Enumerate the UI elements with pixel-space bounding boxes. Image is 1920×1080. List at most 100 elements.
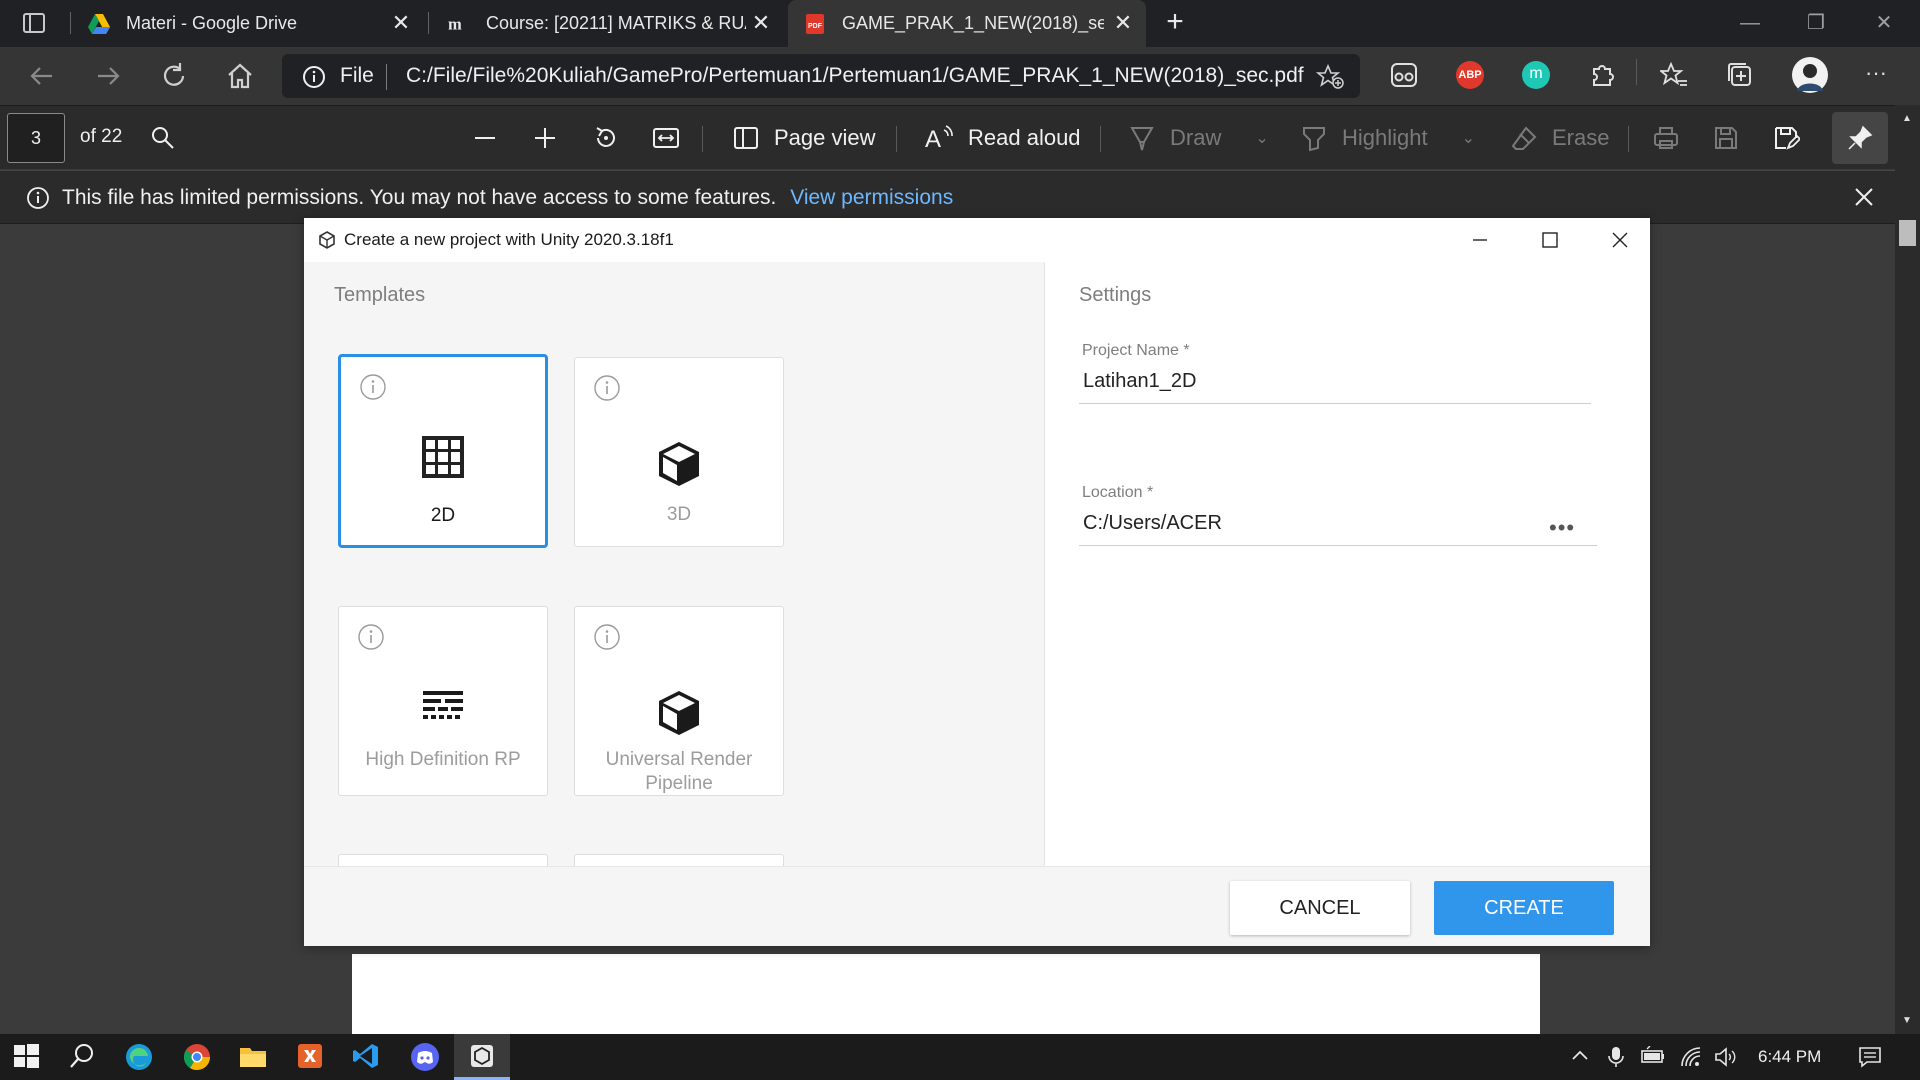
home-icon[interactable] <box>224 60 256 92</box>
unity-new-project-dialog: Create a new project with Unity 2020.3.1… <box>304 218 1650 946</box>
browse-location-button[interactable]: ••• <box>1549 515 1575 541</box>
template-card-3d[interactable]: 3D <box>574 357 784 547</box>
find-search-icon[interactable] <box>150 122 176 154</box>
draw-label: Draw <box>1170 125 1222 150</box>
pin-toolbar-button[interactable] <box>1832 112 1888 164</box>
tab-pdf-active[interactable]: PDF GAME_PRAK_1_NEW(2018)_sec.p ✕ <box>788 0 1146 47</box>
template-card-urp[interactable]: Universal Render Pipeline <box>574 606 784 796</box>
tab-separator <box>428 12 429 34</box>
location-field[interactable]: C:/Users/ACER <box>1079 504 1597 546</box>
location-label: Location * <box>1082 484 1154 501</box>
favorites-icon[interactable] <box>1658 61 1688 89</box>
minimize-window-icon[interactable]: — <box>1730 6 1770 40</box>
project-name-field[interactable]: Latihan1_2D <box>1079 362 1591 404</box>
info-icon <box>26 186 50 215</box>
view-permissions-link[interactable]: View permissions <box>790 186 953 209</box>
forward-icon[interactable] <box>92 60 124 92</box>
address-bar[interactable]: File C:/File/File%20Kuliah/GamePro/Perte… <box>282 54 1360 98</box>
info-icon[interactable] <box>359 373 387 406</box>
show-hidden-icons[interactable] <box>1570 1046 1590 1071</box>
extensions-puzzle-icon[interactable] <box>1588 61 1616 89</box>
profile-avatar[interactable] <box>1792 57 1828 93</box>
settings-more-icon[interactable]: ··· <box>1862 61 1890 89</box>
vscode-icon[interactable] <box>352 1042 382 1072</box>
wifi-icon[interactable] <box>1680 1046 1702 1073</box>
page-view-button[interactable]: Page view <box>732 122 876 154</box>
erase-button[interactable]: Erase <box>1510 122 1609 154</box>
search-icon[interactable] <box>68 1042 98 1072</box>
add-favorite-icon[interactable] <box>1315 63 1344 95</box>
templates-pane: Templates 2D 3D High Definition RP Unive… <box>304 262 1044 866</box>
zoom-out-icon[interactable] <box>472 122 498 154</box>
taskbar-clock[interactable]: 6:44 PM <box>1758 1047 1821 1067</box>
info-icon[interactable] <box>593 374 621 407</box>
microphone-icon[interactable] <box>1606 1046 1626 1073</box>
create-button[interactable]: CREATE <box>1434 881 1614 935</box>
discord-icon[interactable] <box>410 1042 440 1072</box>
restore-window-icon[interactable]: ❐ <box>1796 6 1836 40</box>
dialog-title-bar: Create a new project with Unity 2020.3.1… <box>304 218 1650 262</box>
close-tab-icon[interactable]: ✕ <box>1112 12 1134 34</box>
scroll-up-icon[interactable]: ▲ <box>1902 113 1912 124</box>
vertical-scrollbar[interactable]: ▲ ▼ <box>1895 105 1920 1034</box>
page-number-input[interactable]: 3 <box>7 113 65 163</box>
close-tab-icon[interactable]: ✕ <box>750 12 772 34</box>
new-tab-button[interactable]: + <box>1160 7 1190 38</box>
dialog-close-icon[interactable] <box>1606 226 1634 254</box>
adblock-plus-icon[interactable]: ABP <box>1456 61 1484 89</box>
toolbar-separator <box>896 126 897 152</box>
close-window-icon[interactable]: ✕ <box>1864 6 1904 40</box>
draw-button[interactable]: Draw ⌄ <box>1128 122 1269 154</box>
cube-icon <box>657 689 701 742</box>
template-card-hdrp[interactable]: High Definition RP <box>338 606 548 796</box>
url-text[interactable]: C:/File/File%20Kuliah/GamePro/Pertemuan1… <box>406 64 1304 88</box>
windows-start-icon[interactable] <box>12 1042 42 1072</box>
notifications-icon[interactable] <box>1858 1046 1882 1073</box>
url-separator <box>386 64 387 90</box>
tab-google-drive[interactable]: Materi - Google Drive ✕ <box>72 0 424 47</box>
battery-icon[interactable] <box>1640 1045 1666 1071</box>
rotate-icon[interactable] <box>592 122 620 154</box>
zoom-in-icon[interactable] <box>532 122 558 154</box>
eraser-icon <box>1511 126 1537 150</box>
file-explorer-icon[interactable] <box>238 1042 268 1072</box>
extension-glasses-icon[interactable] <box>1390 61 1418 89</box>
dialog-minimize-icon[interactable] <box>1466 226 1494 254</box>
fit-to-width-icon[interactable] <box>652 122 680 154</box>
dialog-maximize-icon[interactable] <box>1536 226 1564 254</box>
unity-hub-taskbar-icon[interactable] <box>454 1034 510 1080</box>
collections-icon[interactable] <box>1726 61 1754 89</box>
scroll-down-icon[interactable]: ▼ <box>1902 1015 1912 1026</box>
scrollbar-thumb[interactable] <box>1899 220 1916 246</box>
cancel-button[interactable]: CANCEL <box>1230 881 1410 935</box>
highlight-label: Highlight <box>1342 125 1428 150</box>
tab-actions-icon[interactable] <box>22 12 46 34</box>
volume-icon[interactable] <box>1714 1046 1738 1073</box>
save-as-icon[interactable] <box>1772 122 1800 154</box>
location-value[interactable]: C:/Users/ACER <box>1083 512 1222 535</box>
extension-m-icon[interactable]: m <box>1522 61 1550 89</box>
print-icon[interactable] <box>1652 122 1680 154</box>
edge-browser-icon[interactable] <box>124 1042 154 1072</box>
template-card-2d[interactable]: 2D <box>338 354 548 548</box>
read-aloud-button[interactable]: A Read aloud <box>924 122 1081 154</box>
back-icon[interactable] <box>26 60 58 92</box>
save-icon[interactable] <box>1712 122 1740 154</box>
refresh-icon[interactable] <box>158 60 190 92</box>
read-aloud-icon: A <box>925 125 953 152</box>
close-banner-icon[interactable] <box>1852 185 1876 214</box>
chevron-down-icon[interactable]: ⌄ <box>1462 128 1475 148</box>
project-name-label: Project Name * <box>1082 342 1190 359</box>
close-tab-icon[interactable]: ✕ <box>390 12 412 34</box>
app-orange-icon[interactable] <box>296 1042 326 1072</box>
tab-course[interactable]: m Course: [20211] MATRIKS & RUA ✕ <box>432 0 784 47</box>
chevron-down-icon[interactable]: ⌄ <box>1255 128 1268 148</box>
project-name-value[interactable]: Latihan1_2D <box>1083 370 1196 393</box>
info-icon[interactable] <box>357 623 385 656</box>
info-icon[interactable] <box>593 623 621 656</box>
site-info-icon[interactable] <box>302 65 326 94</box>
chrome-icon[interactable] <box>182 1042 212 1072</box>
highlight-button[interactable]: Highlight ⌄ <box>1300 122 1475 154</box>
template-card-more[interactable] <box>574 854 784 866</box>
template-card-more[interactable] <box>338 854 548 866</box>
